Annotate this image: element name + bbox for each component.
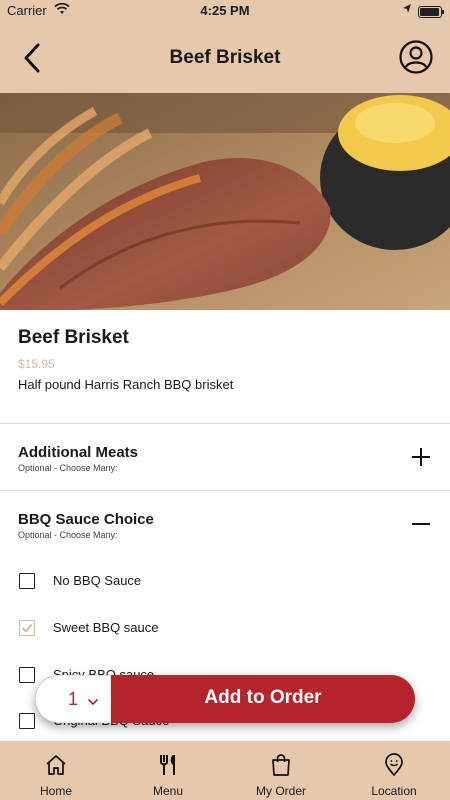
tab-label: My Order	[255, 784, 306, 798]
section-title: BBQ Sauce Choice	[18, 511, 154, 528]
tab-home[interactable]: Home	[0, 741, 112, 800]
tab-location[interactable]: Location	[338, 741, 450, 800]
option-label: Sweet BBQ sauce	[53, 620, 159, 635]
checkbox-checked[interactable]	[19, 620, 35, 636]
chevron-down-icon	[87, 694, 99, 706]
checkbox[interactable]	[19, 713, 35, 729]
order-bar: 1 Add to Order	[35, 675, 415, 723]
dish-photo	[0, 93, 450, 310]
option-sweet-bbq-sauce[interactable]: Sweet BBQ sauce	[0, 608, 450, 648]
location-arrow-icon	[402, 3, 412, 18]
home-icon	[46, 755, 66, 775]
item-description: Half pound Harris Ranch BBQ brisket	[18, 377, 234, 392]
item-price: $15.95	[18, 357, 55, 371]
option-no-bbq-sauce[interactable]: No BBQ Sauce	[0, 561, 450, 601]
battery-icon	[418, 6, 444, 18]
location-pin-icon	[385, 753, 403, 777]
fork-knife-icon	[160, 755, 175, 775]
item-name: Beef Brisket	[18, 327, 129, 348]
tab-label: Menu	[152, 784, 184, 798]
profile-icon[interactable]	[398, 39, 434, 75]
minus-icon[interactable]	[410, 513, 432, 535]
status-bar: Carrier 4:25 PM	[0, 0, 450, 22]
tab-label: Location	[371, 784, 417, 798]
item-info: Beef Brisket $15.95 Half pound Harris Ra…	[0, 310, 450, 424]
checkmark-icon	[21, 623, 33, 633]
tab-my-order[interactable]: My Order	[225, 741, 337, 800]
section-subtitle: Optional - Choose Many:	[18, 463, 118, 473]
tab-bar: Home Menu My Order Location	[0, 741, 450, 800]
quantity-selector[interactable]: 1	[35, 675, 111, 723]
section-bbq-sauce-choice[interactable]: BBQ Sauce Choice Optional - Choose Many:	[0, 491, 450, 557]
tab-label: Home	[39, 784, 72, 798]
shopping-bag-icon	[272, 754, 290, 776]
option-label: No BBQ Sauce	[53, 573, 142, 588]
navigation-bar: Beef Brisket	[0, 22, 450, 93]
section-additional-meats[interactable]: Additional Meats Optional - Choose Many:	[0, 424, 450, 491]
tab-menu[interactable]: Menu	[112, 741, 224, 800]
checkbox[interactable]	[19, 667, 35, 683]
quantity-value: 1	[68, 689, 79, 709]
page-title: Beef Brisket	[169, 47, 281, 68]
checkbox[interactable]	[19, 573, 35, 589]
status-time: 4:25 PM	[200, 3, 250, 18]
plus-icon[interactable]	[410, 446, 432, 468]
section-title: Additional Meats	[18, 444, 139, 461]
section-subtitle: Optional - Choose Many:	[18, 530, 118, 540]
add-to-order-button[interactable]: Add to Order	[111, 687, 415, 709]
